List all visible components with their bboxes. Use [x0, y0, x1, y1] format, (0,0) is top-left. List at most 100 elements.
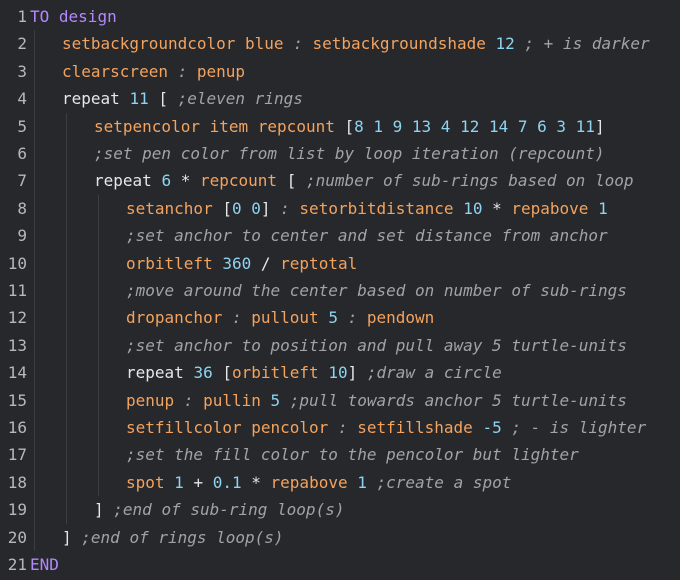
- line-number: 20: [7, 527, 27, 547]
- line-number: 3: [17, 61, 27, 81]
- func-token: reptotal: [280, 253, 358, 273]
- func-token: pendown: [366, 308, 435, 328]
- comment-token: ; + is darker: [514, 34, 650, 54]
- keyword-token: TO: [30, 7, 50, 26]
- num-token: 0 0: [231, 198, 261, 218]
- keyword-token: END: [30, 555, 59, 574]
- code-line[interactable]: 17 ;set the fill color to the pencolor bu…: [0, 441, 680, 468]
- code-line[interactable]: 14 repeat 36 [orbitleft 10] ;draw a circl…: [0, 359, 680, 386]
- code-line[interactable]: 7 repeat 6 * repcount [ ;number of sub-ri…: [0, 167, 680, 194]
- code-text: repeat 11 [ ;eleven rings: [62, 85, 303, 112]
- func-token: setbackgroundshade: [312, 34, 486, 54]
- plain-token: ]: [347, 363, 358, 383]
- plain-token: [: [212, 363, 232, 383]
- line-number: 5: [17, 116, 27, 136]
- comment-token: ;eleven rings: [177, 89, 303, 109]
- plain-token: ]: [94, 500, 104, 520]
- plain-token: *: [482, 198, 512, 218]
- code-line[interactable]: 15 penup : pullin 5 ;pull towards anchor …: [0, 387, 680, 414]
- code-line[interactable]: 20] ;end of rings loop(s): [0, 524, 680, 551]
- num-token: 360: [222, 253, 252, 273]
- code-text: setfillcolor pencolor : setfillshade -5 …: [126, 414, 646, 441]
- line-number: 7: [17, 171, 27, 191]
- num-token: 1: [598, 198, 608, 218]
- code-text: setbackgroundcolor blue : setbackgrounds…: [62, 30, 650, 57]
- num-token: 6: [161, 171, 172, 191]
- code-line[interactable]: 2 setbackgroundcolor blue : setbackground…: [0, 30, 680, 57]
- line-number: 16: [7, 418, 27, 437]
- plain-token: *: [241, 472, 271, 492]
- comment-token: ;set anchor to center and set distance f…: [126, 226, 608, 246]
- line-number: 14: [7, 363, 27, 383]
- comment-token: ;create a spot: [366, 472, 512, 492]
- func-token: setorbitdistance: [299, 198, 454, 218]
- func-token: setanchor: [126, 198, 213, 218]
- plain-token: ]: [594, 116, 605, 136]
- line-number: 9: [17, 226, 27, 246]
- func-token: blue: [245, 34, 284, 54]
- code-line[interactable]: 10 orbitleft 360 / reptotal: [0, 250, 680, 277]
- line-number: 13: [7, 335, 27, 355]
- plain-token: [: [277, 171, 306, 191]
- comment-token: :: [174, 390, 204, 410]
- num-token: 1: [174, 472, 184, 492]
- func-token: penup: [126, 390, 175, 410]
- code-line[interactable]: 9 ;set anchor to center and set distance …: [0, 222, 680, 249]
- plain-token: [: [334, 116, 355, 136]
- line-number: 15: [7, 390, 27, 410]
- code-line[interactable]: 12 dropanchor : pullout 5 : pendown: [0, 304, 680, 331]
- plain-token: [: [212, 198, 232, 218]
- line-number: 17: [7, 445, 27, 465]
- comment-token: :: [222, 308, 252, 328]
- code-line[interactable]: 3 clearscreen : penup: [0, 58, 680, 85]
- num-token: -5: [482, 418, 502, 437]
- code-line[interactable]: 19] ;end of sub-ring loop(s): [0, 496, 680, 523]
- plain-token: ]: [62, 527, 72, 547]
- line-number: 21: [7, 555, 27, 574]
- code-line[interactable]: 6 ;set pen color from list by loop iterat…: [0, 140, 680, 167]
- code-line[interactable]: 16 setfillcolor pencolor : setfillshade -…: [0, 414, 680, 441]
- func-token: item: [209, 116, 249, 136]
- func-token: setfillshade: [357, 418, 473, 437]
- code-editor[interactable]: 1 TO design 2 setbackgroundcolor blue : set…: [0, 0, 680, 580]
- comment-token: :: [167, 61, 197, 81]
- num-token: 10: [328, 363, 348, 383]
- code-line[interactable]: 13 ;set anchor to position and pull away …: [0, 332, 680, 359]
- code-line[interactable]: 11 ;move around the center based on numbe…: [0, 277, 680, 304]
- comment-token: ;number of sub-rings based on loop: [305, 171, 634, 191]
- comment-token: ;move around the center based on number …: [126, 281, 627, 300]
- code-line[interactable]: 4 repeat 11 [ ;eleven rings: [0, 85, 680, 112]
- code-line[interactable]: 18 spot 1 + 0.1 * repabove 1 ;create a sp…: [0, 469, 680, 496]
- num-token: 5: [270, 390, 281, 410]
- line-number: 8: [17, 198, 27, 218]
- num-token: 10: [463, 198, 483, 218]
- func-token: clearscreen: [62, 61, 168, 81]
- code-text: spot 1 + 0.1 * repabove 1 ;create a spot: [126, 469, 511, 496]
- code-line[interactable]: 1 TO design: [0, 3, 680, 30]
- func-token: pencolor: [251, 418, 329, 437]
- line-number: 6: [17, 144, 27, 163]
- code-text: END: [30, 551, 59, 578]
- code-text: ;set anchor to center and set distance f…: [126, 222, 608, 249]
- code-line[interactable]: 21 END: [0, 551, 680, 578]
- code-text: repeat 36 [orbitleft 10] ;draw a circle: [126, 359, 502, 386]
- code-line[interactable]: 8 setanchor [0 0] : setorbitdistance 10 *…: [0, 195, 680, 222]
- line-number: 2: [17, 34, 27, 54]
- num-token: 36: [193, 363, 213, 383]
- func-token: orbitleft: [126, 253, 213, 273]
- plain-token: ]: [260, 198, 271, 218]
- code-line[interactable]: 5 setpencolor item repcount [8 1 9 13 4 1…: [0, 113, 680, 140]
- num-token: 0.1: [212, 472, 242, 492]
- func-token: setbackgroundcolor: [62, 34, 236, 54]
- num-token: 8 1 9 13 4 12 14 7 6 3 11: [354, 116, 595, 136]
- func-token: repcount: [199, 171, 278, 191]
